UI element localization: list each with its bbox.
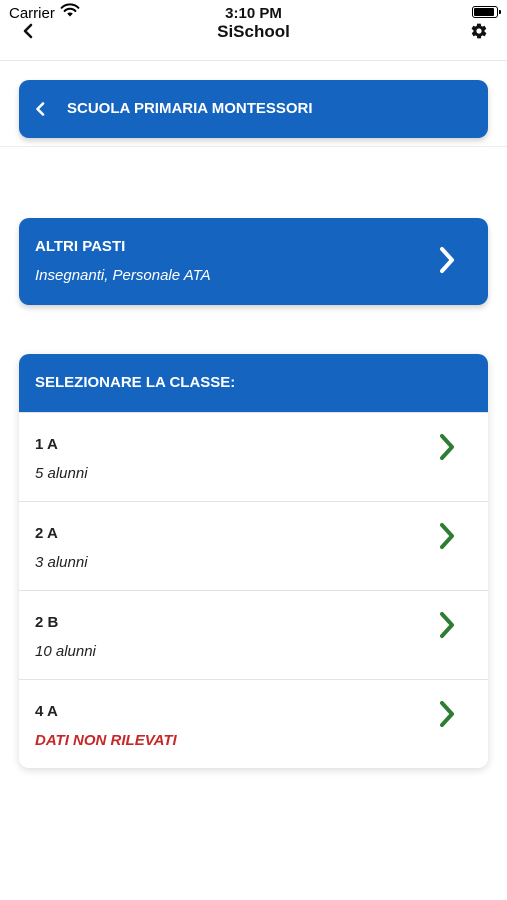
- chevron-right-icon: [438, 246, 456, 279]
- gear-icon[interactable]: [469, 22, 489, 40]
- class-name: 1 A: [35, 436, 58, 453]
- class-name: 4 A: [35, 703, 58, 720]
- clock: 3:10 PM: [225, 5, 282, 22]
- chevron-right-icon: [438, 522, 456, 555]
- altri-pasti-subtitle: Insegnanti, Personale ATA: [35, 267, 211, 284]
- class-name: 2 B: [35, 614, 59, 631]
- data-missing-warning: DATI NON RILEVATI: [35, 732, 177, 749]
- altri-pasti-button[interactable]: ALTRI PASTI Insegnanti, Personale ATA: [19, 218, 488, 305]
- navigation-bar: SiSchool: [0, 22, 507, 61]
- class-row-2b[interactable]: 2 B 10 alunni: [19, 590, 488, 679]
- divider: [0, 146, 507, 147]
- chevron-right-icon: [438, 433, 456, 466]
- class-row-2a[interactable]: 2 A 3 alunni: [19, 501, 488, 590]
- class-list-header: SELEZIONARE LA CLASSE:: [19, 354, 488, 412]
- battery-icon: [472, 6, 501, 18]
- page-title: SiSchool: [217, 22, 290, 41]
- chevron-right-icon: [438, 611, 456, 644]
- chevron-right-icon: [438, 700, 456, 733]
- student-count: 3 alunni: [35, 554, 88, 571]
- back-chevron-icon: [35, 102, 45, 121]
- class-name: 2 A: [35, 525, 58, 542]
- class-row-4a[interactable]: 4 A DATI NON RILEVATI: [19, 679, 488, 768]
- school-name: SCUOLA PRIMARIA MONTESSORI: [67, 100, 313, 117]
- student-count: 5 alunni: [35, 465, 88, 482]
- student-count: 10 alunni: [35, 643, 96, 660]
- class-list-header-label: SELEZIONARE LA CLASSE:: [35, 374, 236, 391]
- status-bar: Carrier 3:10 PM: [0, 0, 507, 22]
- altri-pasti-title: ALTRI PASTI: [35, 238, 126, 255]
- class-list-panel: SELEZIONARE LA CLASSE: 1 A 5 alunni 2 A …: [19, 354, 488, 768]
- school-selector-button[interactable]: SCUOLA PRIMARIA MONTESSORI: [19, 80, 488, 138]
- class-row-1a[interactable]: 1 A 5 alunni: [19, 412, 488, 501]
